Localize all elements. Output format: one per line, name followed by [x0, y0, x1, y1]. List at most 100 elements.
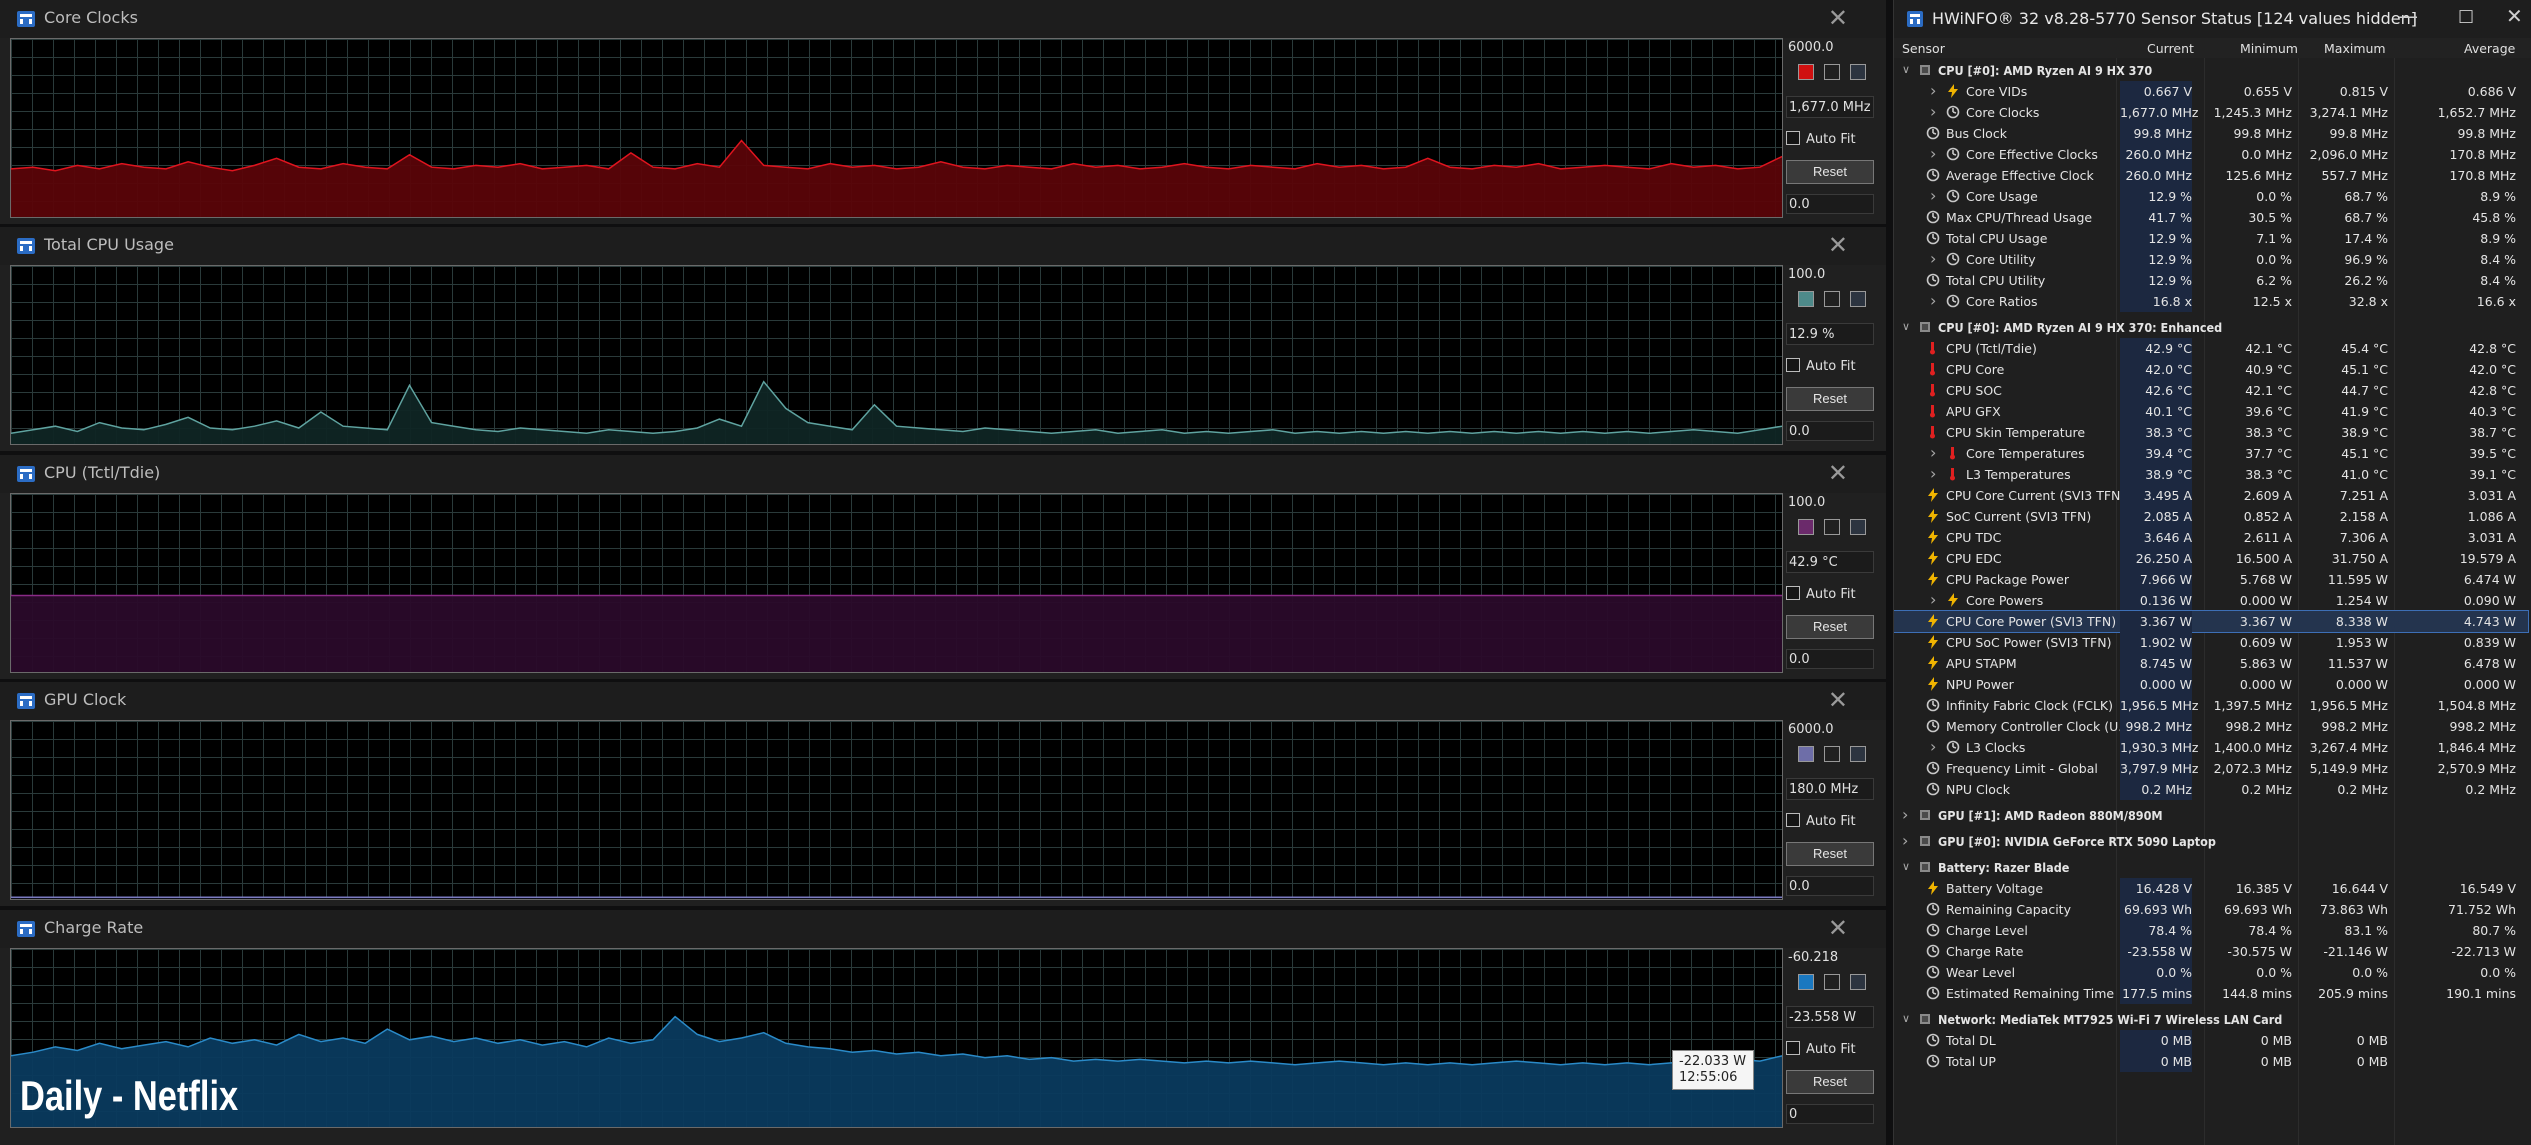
- sensor-row[interactable]: Bus Clock 99.8 MHz 99.8 MHz 99.8 MHz 99.8 MH…: [1894, 123, 2528, 144]
- chevron-down-icon[interactable]: ∨: [1902, 860, 1910, 873]
- sensor-row[interactable]: CPU Package Power 7.966 W 5.768 W 11.595 W 6…: [1894, 569, 2528, 590]
- sensor-row[interactable]: CPU (Tctl/Tdie) 42.9 °C 42.1 °C 45.4 °C 42.8…: [1894, 338, 2528, 359]
- sensor-title-bar[interactable]: HWiNFO® 32 v8.28-5770 Sensor Status [124…: [1894, 0, 2531, 38]
- sensor-group-header[interactable]: › GPU [#1]: AMD Radeon 880M/890M: [1894, 805, 2528, 826]
- sensor-row[interactable]: Total DL 0 MB 0 MB 0 MB: [1894, 1030, 2528, 1051]
- checkbox-box[interactable]: [1786, 813, 1800, 827]
- graph-title-bar[interactable]: Total CPU Usage ✕: [0, 227, 1886, 265]
- color-swatch-button[interactable]: [1850, 291, 1866, 307]
- sensor-row[interactable]: › Core VIDs 0.667 V 0.655 V 0.815 V 0.686 V: [1894, 81, 2528, 102]
- col-sensor[interactable]: Sensor: [1902, 41, 1945, 56]
- color-swatch-button[interactable]: [1824, 519, 1840, 535]
- col-average[interactable]: Average: [2464, 41, 2515, 56]
- sensor-row[interactable]: SoC Current (SVI3 TFN) 2.085 A 0.852 A 2.15…: [1894, 506, 2528, 527]
- sensor-row[interactable]: CPU SoC Power (SVI3 TFN) 1.902 W 0.609 W 1.…: [1894, 632, 2528, 653]
- sensor-row[interactable]: Frequency Limit - Global 3,797.9 MHz 2,072…: [1894, 758, 2528, 779]
- close-window-button[interactable]: ✕: [2506, 4, 2523, 28]
- sensor-group-header[interactable]: ∨ CPU [#0]: AMD Ryzen AI 9 HX 370: Enhanc…: [1894, 317, 2528, 338]
- sensor-row[interactable]: Charge Level 78.4 % 78.4 % 83.1 % 80.7 %: [1894, 920, 2528, 941]
- sensor-row[interactable]: Max CPU/Thread Usage 41.7 % 30.5 % 68.7 % 45…: [1894, 207, 2528, 228]
- color-swatch-button[interactable]: [1824, 746, 1840, 762]
- chevron-right-icon[interactable]: ›: [1930, 249, 1936, 268]
- sensor-row[interactable]: Wear Level 0.0 % 0.0 % 0.0 % 0.0 %: [1894, 962, 2528, 983]
- sensor-row[interactable]: › Core Usage 12.9 % 0.0 % 68.7 % 8.9 %: [1894, 186, 2528, 207]
- color-swatch-button[interactable]: [1850, 519, 1866, 535]
- sensor-row[interactable]: › Core Utility 12.9 % 0.0 % 96.9 % 8.4 %: [1894, 249, 2528, 270]
- sensor-row[interactable]: Charge Rate -23.558 W -30.575 W -21.146 W -2…: [1894, 941, 2528, 962]
- checkbox-box[interactable]: [1786, 358, 1800, 372]
- sensor-row[interactable]: NPU Clock 0.2 MHz 0.2 MHz 0.2 MHz 0.2 MHz: [1894, 779, 2528, 800]
- reset-button[interactable]: Reset: [1786, 160, 1874, 184]
- color-swatch-button[interactable]: [1824, 291, 1840, 307]
- minimize-button[interactable]: —: [2398, 4, 2418, 28]
- sensor-row[interactable]: › L3 Temperatures 38.9 °C 38.3 °C 41.0 °C 39.…: [1894, 464, 2528, 485]
- sensor-group-header[interactable]: ∨ CPU [#0]: AMD Ryzen AI 9 HX 370: [1894, 60, 2528, 81]
- color-swatch-button[interactable]: [1798, 64, 1814, 80]
- reset-button[interactable]: Reset: [1786, 842, 1874, 866]
- chevron-right-icon[interactable]: ›: [1930, 144, 1936, 163]
- close-graph-icon[interactable]: ✕: [1828, 914, 1848, 942]
- sensor-list[interactable]: ∨ CPU [#0]: AMD Ryzen AI 9 HX 370 › Core VI…: [1894, 60, 2531, 1145]
- sensor-row[interactable]: CPU SOC 42.6 °C 42.1 °C 44.7 °C 42.8 °C: [1894, 380, 2528, 401]
- sensor-row[interactable]: CPU TDC 3.646 A 2.611 A 7.306 A 3.031 A: [1894, 527, 2528, 548]
- color-swatch-button[interactable]: [1824, 974, 1840, 990]
- sensor-row[interactable]: › Core Effective Clocks 260.0 MHz 0.0 MHz 2,…: [1894, 144, 2528, 165]
- graph-title-bar[interactable]: Charge Rate ✕: [0, 910, 1886, 948]
- auto-fit-checkbox[interactable]: Auto Fit: [1786, 813, 1856, 829]
- chevron-right-icon[interactable]: ›: [1902, 831, 1908, 850]
- close-graph-icon[interactable]: ✕: [1828, 4, 1848, 32]
- chevron-right-icon[interactable]: ›: [1930, 590, 1936, 609]
- auto-fit-checkbox[interactable]: Auto Fit: [1786, 358, 1856, 374]
- color-swatch-button[interactable]: [1798, 974, 1814, 990]
- sensor-group-header[interactable]: › GPU [#0]: NVIDIA GeForce RTX 5090 Lapto…: [1894, 831, 2528, 852]
- auto-fit-checkbox[interactable]: Auto Fit: [1786, 131, 1856, 147]
- sensor-row[interactable]: APU GFX 40.1 °C 39.6 °C 41.9 °C 40.3 °C: [1894, 401, 2528, 422]
- color-swatch-button[interactable]: [1798, 746, 1814, 762]
- sensor-row[interactable]: › Core Temperatures 39.4 °C 37.7 °C 45.1 °C 3…: [1894, 443, 2528, 464]
- auto-fit-checkbox[interactable]: Auto Fit: [1786, 1041, 1856, 1057]
- sensor-row[interactable]: Battery Voltage 16.428 V 16.385 V 16.644 V 1…: [1894, 878, 2528, 899]
- chevron-right-icon[interactable]: ›: [1930, 737, 1936, 756]
- reset-button[interactable]: Reset: [1786, 615, 1874, 639]
- col-maximum[interactable]: Maximum: [2324, 41, 2386, 56]
- close-graph-icon[interactable]: ✕: [1828, 686, 1848, 714]
- chevron-right-icon[interactable]: ›: [1930, 291, 1936, 310]
- chevron-right-icon[interactable]: ›: [1930, 186, 1936, 205]
- sensor-row[interactable]: CPU Core Power (SVI3 TFN) 3.367 W 3.367 W8…: [1894, 610, 2529, 633]
- color-swatch-button[interactable]: [1798, 291, 1814, 307]
- sensor-group-header[interactable]: ∨ Battery: Razer Blade: [1894, 857, 2528, 878]
- sensor-row[interactable]: Average Effective Clock 260.0 MHz 125.6 MH…: [1894, 165, 2528, 186]
- sensor-row[interactable]: › Core Powers 0.136 W 0.000 W 1.254 W 0.090 W: [1894, 590, 2528, 611]
- reset-button[interactable]: Reset: [1786, 387, 1874, 411]
- color-swatch-button[interactable]: [1798, 519, 1814, 535]
- sensor-row[interactable]: CPU Skin Temperature 38.3 °C 38.3 °C 38.9 °…: [1894, 422, 2528, 443]
- close-graph-icon[interactable]: ✕: [1828, 231, 1848, 259]
- graph-title-bar[interactable]: Core Clocks ✕: [0, 0, 1886, 38]
- chevron-down-icon[interactable]: ∨: [1902, 63, 1910, 76]
- sensor-row[interactable]: CPU Core Current (SVI3 TFN) 3.495 A 2.609 …: [1894, 485, 2528, 506]
- chevron-right-icon[interactable]: ›: [1902, 805, 1908, 824]
- sensor-row[interactable]: Total UP 0 MB 0 MB 0 MB: [1894, 1051, 2528, 1072]
- checkbox-box[interactable]: [1786, 131, 1800, 145]
- color-swatch-button[interactable]: [1850, 64, 1866, 80]
- color-swatch-button[interactable]: [1850, 746, 1866, 762]
- sensor-row[interactable]: Infinity Fabric Clock (FCLK) 1,956.5 MHz 1…: [1894, 695, 2528, 716]
- checkbox-box[interactable]: [1786, 1041, 1800, 1055]
- chevron-down-icon[interactable]: ∨: [1902, 320, 1910, 333]
- color-swatch-button[interactable]: [1824, 64, 1840, 80]
- sensor-row[interactable]: › L3 Clocks 1,930.3 MHz 1,400.0 MHz 3,267.4 …: [1894, 737, 2528, 758]
- sensor-row[interactable]: › Core Clocks 1,677.0 MHz 1,245.3 MHz 3,274.…: [1894, 102, 2528, 123]
- sensor-row[interactable]: › Core Ratios 16.8 x 12.5 x 32.8 x 16.6 x: [1894, 291, 2528, 312]
- chevron-right-icon[interactable]: ›: [1930, 81, 1936, 100]
- reset-button[interactable]: Reset: [1786, 1070, 1874, 1094]
- sensor-row[interactable]: CPU EDC 26.250 A 16.500 A 31.750 A 19.579 A: [1894, 548, 2528, 569]
- chevron-right-icon[interactable]: ›: [1930, 443, 1936, 462]
- sensor-row[interactable]: Total CPU Usage 12.9 % 7.1 % 17.4 % 8.9 %: [1894, 228, 2528, 249]
- chevron-right-icon[interactable]: ›: [1930, 464, 1936, 483]
- close-graph-icon[interactable]: ✕: [1828, 459, 1848, 487]
- maximize-button[interactable]: □: [2458, 6, 2474, 26]
- sensor-row[interactable]: Estimated Remaining Time 177.5 mins 144.8 …: [1894, 983, 2528, 1004]
- col-current[interactable]: Current: [2147, 41, 2194, 56]
- sensor-row[interactable]: NPU Power 0.000 W 0.000 W 0.000 W 0.000 W: [1894, 674, 2528, 695]
- sensor-row[interactable]: Remaining Capacity 69.693 Wh 69.693 Wh 73.8…: [1894, 899, 2528, 920]
